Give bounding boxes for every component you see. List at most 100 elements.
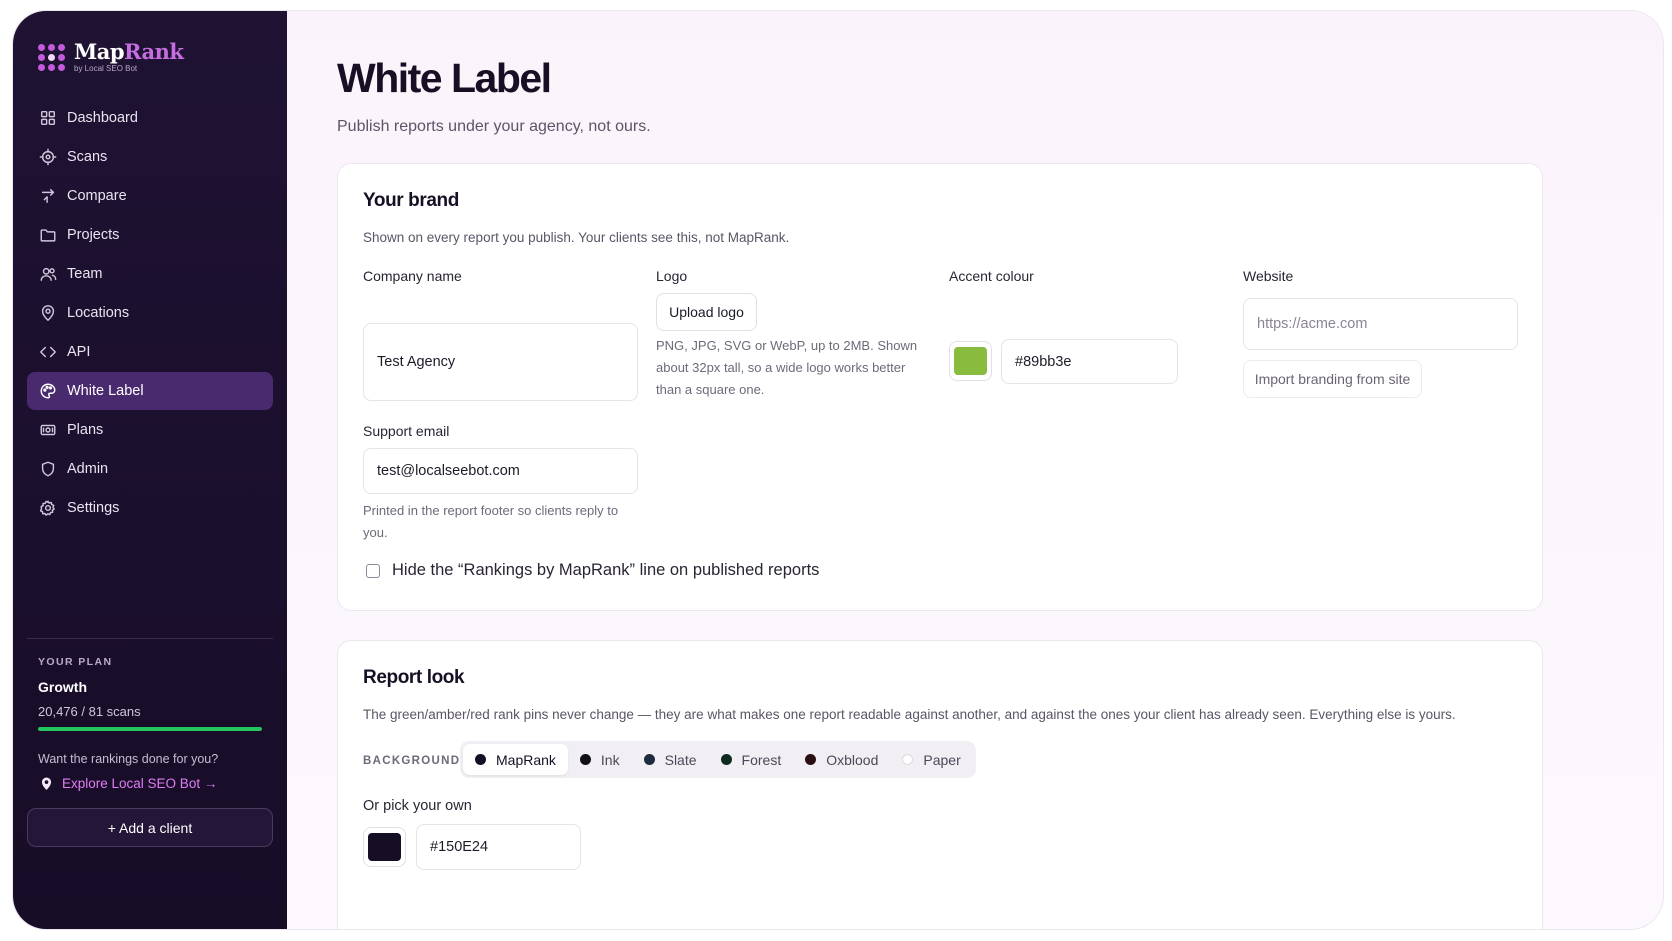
brand-mark-icon [38,43,65,71]
sidebar-item-white-label[interactable]: White Label [27,372,273,410]
shield-icon [39,460,57,478]
company-name-label: Company name [363,268,462,284]
sidebar-item-label: Projects [67,227,120,243]
explore-local-seo-bot-link[interactable]: Explore Local SEO Bot → [41,776,217,791]
sidebar-item-scans[interactable]: Scans [27,138,273,176]
support-email-label: Support email [363,423,450,439]
sidebar-item-label: White Label [67,383,144,399]
sidebar-item-label: Locations [67,305,130,321]
report-look-card: Report look The green/amber/red rank pin… [337,640,1543,929]
color-dot-icon [720,754,732,765]
background-selector: MapRank Ink Slate Forest Oxblood Paper [460,741,976,778]
sidebar-item-label: Admin [67,461,109,477]
option-label: Slate [664,751,697,768]
sidebar-item-api[interactable]: API [27,333,273,371]
plan-usage-bar [38,727,262,731]
sidebar-item-admin[interactable]: Admin [27,450,273,488]
sidebar-item-label: Dashboard [67,110,138,126]
explore-link-label: Explore Local SEO Bot → [62,776,218,791]
sidebar-item-label: Compare [67,188,127,204]
accent-colour-swatch[interactable] [949,341,992,381]
logo-help-text: PNG, JPG, SVG or WebP, up to 2MB. Shown … [656,338,918,397]
background-option-ink[interactable]: Ink [568,744,632,775]
custom-background-preview [368,833,401,861]
support-email-help-text: Printed in the report footer so clients … [363,503,619,540]
sidebar-item-projects[interactable]: Projects [27,216,273,254]
plans-icon [39,421,57,439]
location-pin-icon [41,777,52,790]
gear-icon [39,499,57,517]
scan-icon [39,148,57,166]
sidebar-item-dashboard[interactable]: Dashboard [27,99,273,137]
support-email-input[interactable] [363,448,638,494]
main-content: White Label Publish reports under your a… [287,11,1663,929]
compare-icon [39,187,57,205]
background-option-paper[interactable]: Paper [890,744,972,775]
sidebar-item-locations[interactable]: Locations [27,294,273,332]
website-input[interactable] [1243,298,1518,350]
team-icon [39,265,57,283]
accent-colour-input[interactable] [1001,339,1178,384]
background-option-forest[interactable]: Forest [709,744,794,775]
your-brand-card: Your brand Shown on every report you pub… [337,163,1543,611]
add-client-button[interactable]: + Add a client [27,808,273,847]
pick-your-own-label: Or pick your own [363,798,472,814]
hide-rankings-line-label: Hide the “Rankings by MapRank” line on p… [392,561,820,579]
hide-rankings-line-checkbox[interactable] [366,563,380,578]
brand-tagline: by Local SEO Bot [74,64,138,73]
import-branding-button[interactable]: Import branding from site [1243,360,1422,398]
palette-icon [39,382,57,400]
company-name-input[interactable] [363,323,638,401]
card-title: Report look [363,667,465,688]
color-dot-icon [475,754,486,765]
accent-colour-label: Accent colour [949,268,1034,284]
card-subtitle: The green/amber/red rank pins never chan… [363,707,1456,722]
sidebar-item-label: Team [67,266,103,282]
brand-logo[interactable]: MapRank by Local SEO Bot [38,39,184,73]
accent-colour-preview [954,347,987,375]
folder-icon [39,226,57,244]
sidebar-item-label: API [67,344,91,360]
sidebar-item-label: Plans [67,422,104,438]
color-dot-icon [643,754,655,765]
brand-name: MapRank [74,39,184,64]
sidebar: MapRank by Local SEO Bot Dashboard Scans… [13,11,287,929]
background-label: BACKGROUND [363,755,461,767]
custom-background-swatch[interactable] [363,827,406,867]
custom-background-input[interactable] [416,824,581,870]
sidebar-divider [27,638,273,639]
page-title: White Label [337,55,552,101]
color-dot-icon [579,754,591,765]
background-option-maprank[interactable]: MapRank [463,744,568,775]
color-dot-icon [805,754,817,765]
option-label: Paper [923,751,961,768]
sidebar-item-settings[interactable]: Settings [27,489,273,527]
option-label: Oxblood [826,751,879,768]
card-title: Your brand [363,190,459,211]
sidebar-item-plans[interactable]: Plans [27,411,273,449]
sidebar-item-compare[interactable]: Compare [27,177,273,215]
plan-usage-bar-fill [38,727,262,731]
sidebar-nav: Dashboard Scans Compare Projects Team Lo… [27,99,273,528]
option-label: Ink [600,751,620,768]
code-icon [39,343,57,361]
sidebar-item-label: Scans [67,149,108,165]
logo-label: Logo [656,268,688,284]
color-dot-icon [902,754,914,765]
background-option-oxblood[interactable]: Oxblood [793,744,890,775]
location-pin-icon [39,304,57,322]
hide-rankings-line-option[interactable]: Hide the “Rankings by MapRank” line on p… [366,561,819,580]
sidebar-item-team[interactable]: Team [27,255,273,293]
upload-logo-button[interactable]: Upload logo [656,293,757,331]
plan-usage: 20,476 / 81 scans [38,704,141,719]
sidebar-item-label: Settings [67,500,120,516]
plan-label: YOUR PLAN [38,656,113,668]
website-label: Website [1243,268,1294,284]
option-label: MapRank [496,751,556,768]
background-option-slate[interactable]: Slate [632,744,709,775]
option-label: Forest [741,751,782,768]
app-window: MapRank by Local SEO Bot Dashboard Scans… [12,10,1664,930]
promo-text: Want the rankings done for you? [38,752,219,766]
card-subtitle: Shown on every report you publish. Your … [363,230,790,245]
dashboard-icon [39,109,57,127]
